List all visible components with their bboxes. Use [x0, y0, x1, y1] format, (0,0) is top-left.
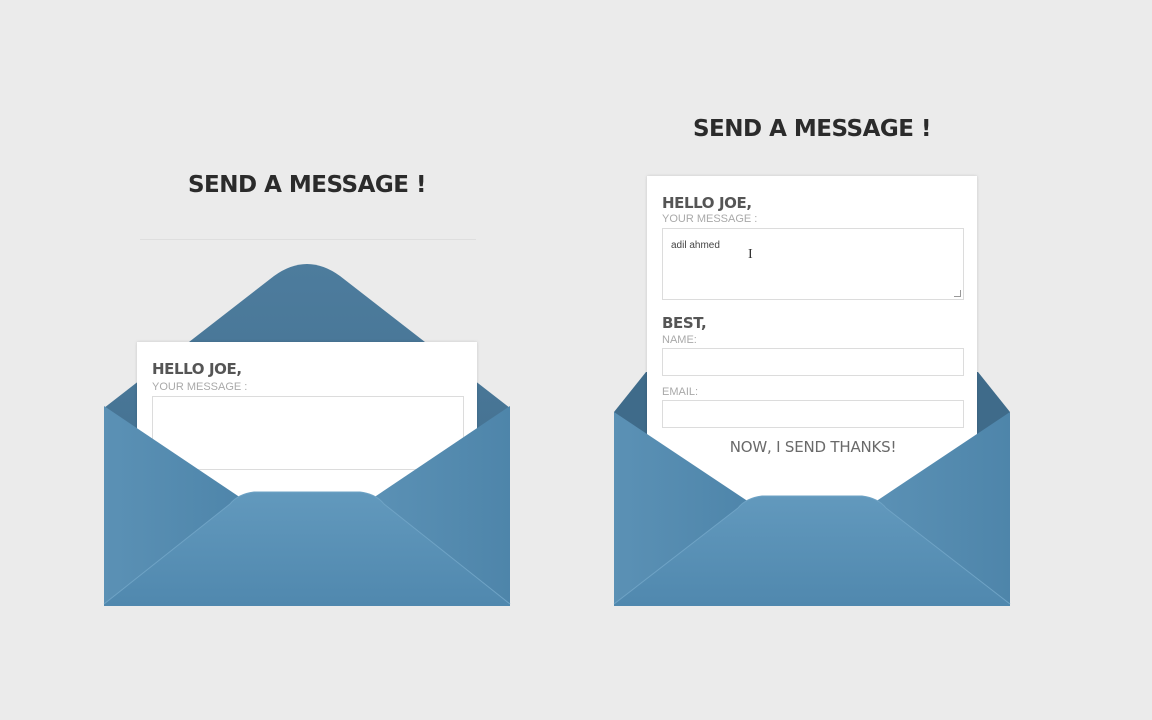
right-message-label: YOUR MESSAGE : [662, 213, 758, 225]
email-label: EMAIL: [662, 386, 699, 398]
right-greeting: HELLO JOE, [662, 194, 752, 212]
left-title: SEND A MESSAGE ! [187, 172, 427, 198]
left-greeting: HELLO JOE, [152, 360, 242, 378]
name-label: NAME: [662, 334, 697, 346]
left-divider [140, 239, 476, 240]
page: SEND A MESSAGE ! HELLO JOE, YOUR MESSAGE… [0, 0, 1152, 720]
left-message-label: YOUR MESSAGE : [152, 381, 248, 393]
right-message-text: adil ahmed [671, 240, 720, 251]
right-envelope-front [613, 412, 1011, 606]
right-title: SEND A MESSAGE ! [692, 116, 932, 142]
right-sign-off: BEST, [662, 314, 707, 332]
text-cursor-icon: I [748, 247, 753, 262]
resize-handle-icon[interactable] [954, 290, 961, 297]
name-input[interactable] [662, 348, 964, 376]
left-envelope-front [103, 406, 511, 606]
right-message-input[interactable]: adil ahmed I [662, 228, 964, 300]
